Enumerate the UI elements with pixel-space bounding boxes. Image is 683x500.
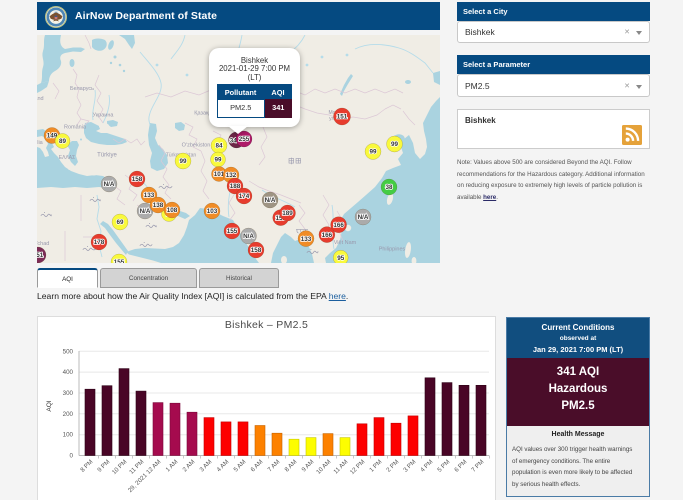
svg-text:N/A: N/A	[104, 181, 115, 188]
svg-text:5 AM: 5 AM	[232, 458, 247, 473]
svg-text:8 PM: 8 PM	[79, 458, 94, 473]
svg-text:99: 99	[179, 158, 187, 165]
svg-text:1 PM: 1 PM	[368, 458, 383, 473]
svg-text:103: 103	[207, 208, 218, 215]
svg-text:Oʻzbekiston: Oʻzbekiston	[182, 142, 211, 149]
svg-text:Türkiye: Türkiye	[97, 153, 117, 159]
svg-text:România: România	[64, 125, 87, 131]
svg-text:174: 174	[239, 193, 250, 200]
svg-text:Việt Nam: Việt Nam	[334, 240, 357, 246]
svg-text:400: 400	[63, 369, 74, 376]
svg-text:N/A: N/A	[358, 214, 369, 221]
svg-text:6 PM: 6 PM	[453, 458, 468, 473]
svg-text:N/A: N/A	[265, 197, 276, 204]
svg-text:166: 166	[333, 222, 344, 229]
svg-text:lia: lia	[37, 140, 43, 146]
svg-text:500: 500	[63, 348, 74, 355]
svg-text:7 PM: 7 PM	[470, 458, 485, 473]
svg-text:3 PM: 3 PM	[402, 458, 417, 473]
svg-text:158: 158	[251, 247, 262, 254]
svg-text:5 PM: 5 PM	[436, 458, 451, 473]
svg-text:200: 200	[63, 411, 74, 418]
svg-text:N/A: N/A	[140, 208, 151, 215]
svg-text:6 AM: 6 AM	[249, 458, 264, 473]
svg-text:Tchad: Tchad	[37, 241, 49, 247]
svg-text:and: and	[37, 96, 44, 102]
svg-text:9 AM: 9 AM	[300, 458, 315, 473]
svg-text:7 AM: 7 AM	[266, 458, 281, 473]
svg-text:133: 133	[301, 236, 312, 243]
svg-text:189: 189	[282, 210, 293, 217]
svg-text:133: 133	[144, 192, 155, 199]
svg-text:255: 255	[239, 136, 250, 143]
svg-text:10 AM: 10 AM	[315, 458, 332, 475]
svg-text:100: 100	[63, 432, 74, 439]
svg-text:300: 300	[63, 390, 74, 397]
svg-text:4 AM: 4 AM	[215, 458, 230, 473]
svg-text:155: 155	[227, 228, 238, 235]
svg-text:84: 84	[215, 143, 223, 150]
svg-text:108: 108	[167, 207, 178, 214]
svg-text:151: 151	[337, 114, 348, 121]
svg-text:0: 0	[70, 453, 74, 460]
svg-text:1 AM: 1 AM	[164, 458, 179, 473]
svg-text:99: 99	[214, 157, 222, 164]
svg-text:89: 89	[59, 138, 67, 145]
svg-text:12 PM: 12 PM	[349, 458, 367, 476]
svg-text:178: 178	[94, 239, 105, 246]
svg-text:188: 188	[230, 183, 241, 190]
svg-text:10 PM: 10 PM	[111, 458, 129, 476]
svg-text:N/A: N/A	[243, 233, 254, 240]
svg-text:4 PM: 4 PM	[419, 458, 434, 473]
svg-text:11 AM: 11 AM	[332, 458, 349, 475]
svg-text:9 PM: 9 PM	[96, 458, 111, 473]
svg-text:Украина: Украина	[93, 113, 115, 119]
svg-text:2 PM: 2 PM	[385, 458, 400, 473]
svg-text:AQI: AQI	[46, 400, 53, 411]
svg-text:69: 69	[116, 219, 124, 226]
svg-text:155: 155	[114, 259, 125, 263]
svg-text:99: 99	[369, 149, 377, 156]
svg-text:95: 95	[337, 255, 345, 262]
svg-text:8 AM: 8 AM	[283, 458, 298, 473]
svg-text:99: 99	[391, 141, 399, 148]
svg-text:166: 166	[322, 232, 333, 239]
svg-text:38: 38	[385, 184, 393, 191]
svg-text:251: 251	[37, 252, 44, 259]
svg-text:Philippines: Philippines	[379, 247, 406, 253]
svg-text:2 AM: 2 AM	[181, 458, 196, 473]
svg-text:Беларусь: Беларусь	[70, 86, 94, 92]
svg-text:3 AM: 3 AM	[198, 458, 213, 473]
svg-text:138: 138	[153, 202, 164, 209]
svg-text:ΕΛΛΑΣ: ΕΛΛΑΣ	[59, 155, 75, 161]
svg-text:158: 158	[132, 176, 143, 183]
